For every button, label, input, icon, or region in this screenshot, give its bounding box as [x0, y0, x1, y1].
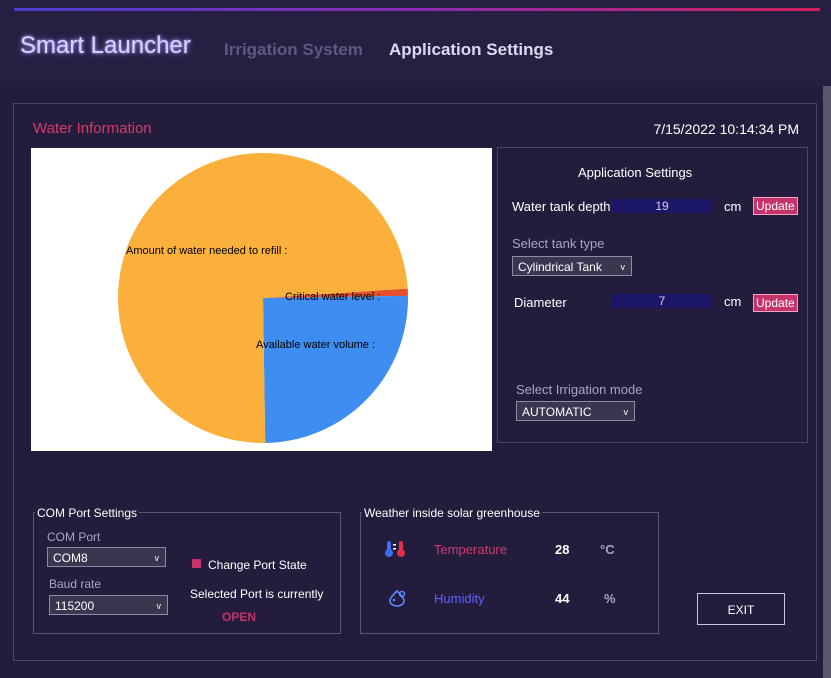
- slice-available-volume: [263, 295, 408, 443]
- irrigation-mode-select[interactable]: AUTOMATIC v: [516, 401, 635, 421]
- label-refill-needed: Amount of water needed to refill :: [126, 245, 287, 257]
- chevron-down-icon: v: [156, 601, 162, 611]
- tank-type-label: Select tank type: [512, 236, 605, 251]
- nav-irrigation-system[interactable]: Irrigation System: [224, 40, 363, 60]
- port-status-value: OPEN: [222, 610, 257, 624]
- chevron-down-icon: v: [623, 407, 629, 417]
- humidity-unit: %: [604, 591, 616, 606]
- irrigation-mode-value: AUTOMATIC: [522, 405, 592, 419]
- com-port-label: COM Port: [47, 530, 101, 544]
- update-depth-button[interactable]: Update: [753, 197, 798, 215]
- datetime-display: 7/15/2022 10:14:34 PM: [653, 121, 799, 137]
- com-port-select[interactable]: COM8 v: [47, 547, 166, 567]
- tank-type-value: Cylindrical Tank: [518, 260, 602, 274]
- humidity-value: 44: [555, 591, 570, 606]
- com-port-title: COM Port Settings: [35, 506, 140, 520]
- baud-rate-select[interactable]: 115200 v: [49, 595, 168, 615]
- temperature-unit: °C: [600, 542, 615, 557]
- weather-title: Weather inside solar greenhouse: [362, 506, 542, 520]
- window-edge: [823, 86, 831, 678]
- temperature-value: 28: [555, 542, 570, 557]
- exit-button[interactable]: EXIT: [697, 593, 785, 625]
- tank-type-select[interactable]: Cylindrical Tank v: [512, 256, 632, 276]
- change-port-state-checkbox[interactable]: [192, 559, 201, 568]
- diameter-input[interactable]: 7: [612, 294, 712, 308]
- chevron-down-icon: v: [620, 262, 626, 272]
- port-status-text: Selected Port is currently: [190, 587, 324, 601]
- water-pie-chart: Amount of water needed to refill : Critic…: [31, 148, 492, 451]
- label-critical-level: Critical water level :: [285, 291, 380, 303]
- humidity-label: Humidity: [434, 591, 485, 606]
- diameter-label: Diameter: [514, 295, 567, 310]
- depth-input[interactable]: 19: [612, 199, 712, 213]
- humidity-icon: [389, 589, 406, 607]
- temperature-label: Temperature: [434, 542, 507, 557]
- pie-svg: Amount of water needed to refill : Critic…: [117, 152, 408, 443]
- change-port-state-label[interactable]: Change Port State: [208, 558, 307, 572]
- app-brand: Smart Launcher: [20, 32, 191, 59]
- update-diameter-button[interactable]: Update: [753, 294, 798, 312]
- diameter-unit: cm: [724, 294, 742, 309]
- label-available-volume: Available water volume :: [256, 339, 375, 351]
- baud-rate-value: 115200: [55, 599, 95, 613]
- nav-application-settings[interactable]: Application Settings: [389, 40, 553, 60]
- accent-line: [14, 8, 820, 11]
- baud-rate-label: Baud rate: [49, 577, 102, 591]
- irrigation-mode-label: Select Irrigation mode: [516, 382, 643, 397]
- com-port-value: COM8: [53, 551, 88, 565]
- chevron-down-icon: v: [154, 553, 160, 563]
- weather-panel: [360, 512, 659, 634]
- thermometer-icon: [385, 541, 405, 557]
- depth-label: Water tank depth: [512, 199, 611, 214]
- depth-unit: cm: [724, 199, 742, 214]
- water-info-title: Water Information: [33, 120, 152, 137]
- settings-title: Application Settings: [578, 165, 693, 180]
